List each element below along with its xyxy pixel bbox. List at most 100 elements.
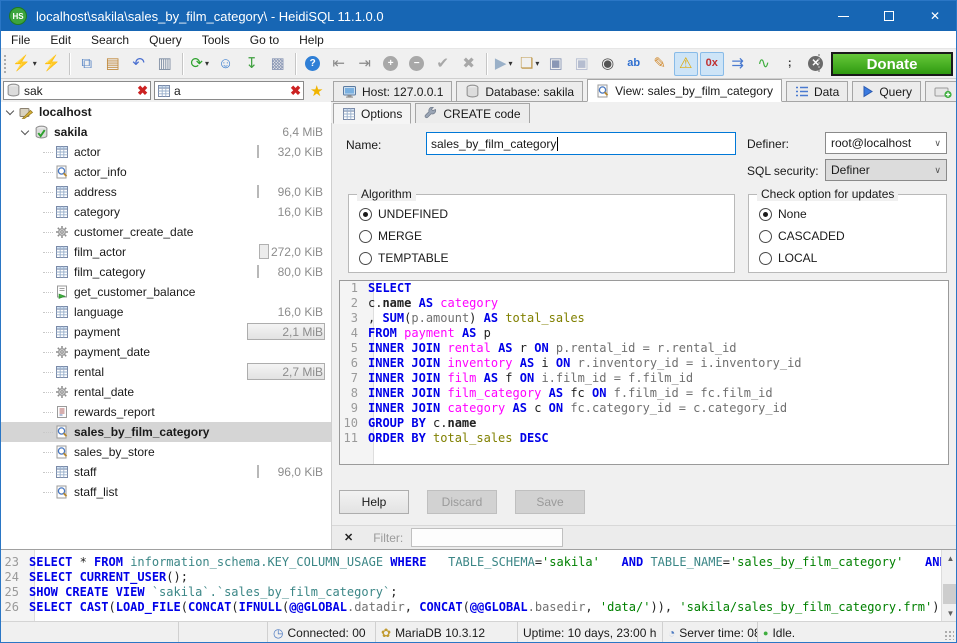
subtab-create-code[interactable]: CREATE code bbox=[415, 103, 529, 123]
scroll-thumb[interactable] bbox=[943, 584, 957, 604]
expander-chevron-icon[interactable] bbox=[6, 106, 14, 114]
tab-query[interactable]: Query bbox=[852, 81, 921, 101]
warn-toggle-button[interactable]: ⚠ bbox=[674, 52, 698, 76]
replace-text-button[interactable]: ab bbox=[622, 52, 646, 76]
load-sql-file-button[interactable]: ❏▾ bbox=[518, 52, 542, 76]
disconnect-button[interactable]: ⚡ bbox=[40, 52, 64, 76]
sql-editor[interactable]: 1SELECT2c.name AS category3, SUM(p.amoun… bbox=[339, 280, 949, 465]
load-sql-file-dropdown-icon[interactable]: ▾ bbox=[535, 59, 539, 68]
tab-host-127-0-0-1[interactable]: Host: 127.0.0.1 bbox=[333, 81, 452, 101]
tab-data[interactable]: Data bbox=[786, 81, 848, 101]
check-option-radio-local[interactable]: LOCAL bbox=[759, 247, 946, 269]
post-changes-button[interactable]: ✔ bbox=[431, 52, 455, 76]
check-option-radio-none[interactable]: None bbox=[759, 203, 946, 225]
tree-item-actor[interactable]: actor32,0 KiB bbox=[1, 142, 331, 162]
help-button[interactable]: Help bbox=[339, 490, 409, 514]
tree-item-rewards_report[interactable]: rewards_report bbox=[1, 402, 331, 422]
name-input[interactable]: sales_by_film_category bbox=[426, 132, 736, 155]
reconnect-button[interactable]: ∿ bbox=[752, 52, 776, 76]
sql-security-combo[interactable]: Definer ∨ bbox=[825, 159, 947, 181]
favorites-star-icon[interactable]: ★ bbox=[310, 82, 323, 100]
delimiter-button[interactable]: ; bbox=[778, 52, 802, 76]
paste-button[interactable]: ▤ bbox=[101, 52, 125, 76]
menu-query[interactable]: Query bbox=[139, 31, 192, 49]
tree-item-film_actor[interactable]: film_actor272,0 KiB bbox=[1, 242, 331, 262]
find-text-button[interactable]: ◉ bbox=[596, 52, 620, 76]
definer-combo[interactable]: root@localhost ∨ bbox=[825, 132, 947, 154]
reformat-sql-button[interactable]: ✎ bbox=[648, 52, 672, 76]
tree-item-actor_info[interactable]: actor_info bbox=[1, 162, 331, 182]
save-sql-as-button[interactable]: ▣ bbox=[570, 52, 594, 76]
subtab-options[interactable]: Options bbox=[333, 103, 411, 124]
undo-button[interactable]: ↶ bbox=[127, 52, 151, 76]
export-rows-button[interactable]: ↧ bbox=[240, 52, 264, 76]
close-button[interactable]: ✕ bbox=[912, 1, 957, 31]
tree-item-localhost[interactable]: localhost bbox=[1, 102, 331, 122]
radio-icon[interactable] bbox=[359, 230, 372, 243]
algorithm-radio-temptable[interactable]: TEMPTABLE bbox=[359, 247, 734, 269]
tab-view-sales-by-film-category[interactable]: View: sales_by_film_category bbox=[587, 79, 782, 102]
filter-close-icon[interactable]: ✕ bbox=[344, 531, 353, 544]
clear-filter-icon[interactable]: ✖ bbox=[290, 83, 301, 99]
menu-edit[interactable]: Edit bbox=[40, 31, 81, 49]
indentation-button[interactable]: ⇉ bbox=[726, 52, 750, 76]
tab-new-tab[interactable] bbox=[925, 81, 957, 101]
user-manager-button[interactable]: ☺ bbox=[214, 52, 238, 76]
session-manager-button[interactable]: ⚡▾ bbox=[11, 52, 38, 76]
clear-filter-icon[interactable]: ✖ bbox=[137, 83, 148, 99]
algorithm-radio-merge[interactable]: MERGE bbox=[359, 225, 734, 247]
algorithm-radio-undefined[interactable]: UNDEFINED bbox=[359, 203, 734, 225]
menu-help[interactable]: Help bbox=[289, 31, 334, 49]
hex-toggle-button[interactable]: 0x bbox=[700, 52, 724, 76]
radio-icon[interactable] bbox=[359, 208, 372, 221]
delete-row-button[interactable]: − bbox=[405, 52, 429, 76]
stop-process-button[interactable]: ✕ bbox=[804, 52, 828, 76]
tree-item-rental[interactable]: rental2,7 MiB bbox=[1, 362, 331, 382]
print-button[interactable]: ▥ bbox=[153, 52, 177, 76]
sql-log[interactable]: 23SELECT * FROM information_schema.KEY_C… bbox=[1, 549, 957, 621]
tree-item-category[interactable]: category16,0 KiB bbox=[1, 202, 331, 222]
menu-file[interactable]: File bbox=[1, 31, 40, 49]
tree-item-film_category[interactable]: film_category80,0 KiB bbox=[1, 262, 331, 282]
database-tree[interactable]: localhostsakila6,4 MiBactor32,0 KiBactor… bbox=[1, 102, 331, 549]
cancel-editing-button[interactable]: ✖ bbox=[457, 52, 481, 76]
copy-button[interactable]: ⧉ bbox=[75, 52, 99, 76]
database-filter-input[interactable]: sak✖ bbox=[3, 81, 151, 100]
radio-icon[interactable] bbox=[759, 208, 772, 221]
save-snapshot-button[interactable]: ▩ bbox=[266, 52, 290, 76]
maximize-button[interactable] bbox=[866, 1, 912, 31]
tree-item-address[interactable]: address96,0 KiB bbox=[1, 182, 331, 202]
execute-sql-dropdown-icon[interactable]: ▾ bbox=[508, 59, 512, 68]
tree-item-payment_date[interactable]: payment_date bbox=[1, 342, 331, 362]
tree-item-sakila[interactable]: sakila6,4 MiB bbox=[1, 122, 331, 142]
menu-go-to[interactable]: Go to bbox=[240, 31, 289, 49]
session-manager-dropdown-icon[interactable]: ▾ bbox=[33, 59, 37, 68]
tree-item-language[interactable]: language16,0 KiB bbox=[1, 302, 331, 322]
filter-input[interactable] bbox=[411, 528, 563, 547]
help-button[interactable]: ? bbox=[301, 52, 325, 76]
refresh-dropdown-icon[interactable]: ▾ bbox=[205, 59, 209, 68]
log-scrollbar[interactable]: ▲▼ bbox=[941, 550, 957, 621]
tree-item-get_customer_balance[interactable]: get_customer_balance bbox=[1, 282, 331, 302]
expander-chevron-icon[interactable] bbox=[21, 126, 29, 134]
donate-button[interactable]: Donate bbox=[831, 52, 953, 76]
tree-item-sales_by_film_category[interactable]: sales_by_film_category bbox=[1, 422, 331, 442]
scroll-down-icon[interactable]: ▼ bbox=[942, 605, 957, 621]
last-row-button[interactable]: ⇥ bbox=[353, 52, 377, 76]
menu-search[interactable]: Search bbox=[81, 31, 139, 49]
menu-tools[interactable]: Tools bbox=[192, 31, 240, 49]
tree-item-staff_list[interactable]: staff_list bbox=[1, 482, 331, 502]
tree-item-staff[interactable]: staff96,0 KiB bbox=[1, 462, 331, 482]
check-option-radio-cascaded[interactable]: CASCADED bbox=[759, 225, 946, 247]
save-sql-button[interactable]: ▣ bbox=[544, 52, 568, 76]
radio-icon[interactable] bbox=[759, 252, 772, 265]
insert-row-button[interactable]: + bbox=[379, 52, 403, 76]
minimize-button[interactable] bbox=[820, 1, 866, 31]
execute-sql-button[interactable]: ▶▾ bbox=[492, 52, 516, 76]
tree-item-payment[interactable]: payment2,1 MiB bbox=[1, 322, 331, 342]
first-row-button[interactable]: ⇤ bbox=[327, 52, 351, 76]
radio-icon[interactable] bbox=[359, 252, 372, 265]
resize-grip[interactable] bbox=[944, 630, 954, 640]
scroll-up-icon[interactable]: ▲ bbox=[942, 550, 957, 567]
tree-item-rental_date[interactable]: rental_date bbox=[1, 382, 331, 402]
